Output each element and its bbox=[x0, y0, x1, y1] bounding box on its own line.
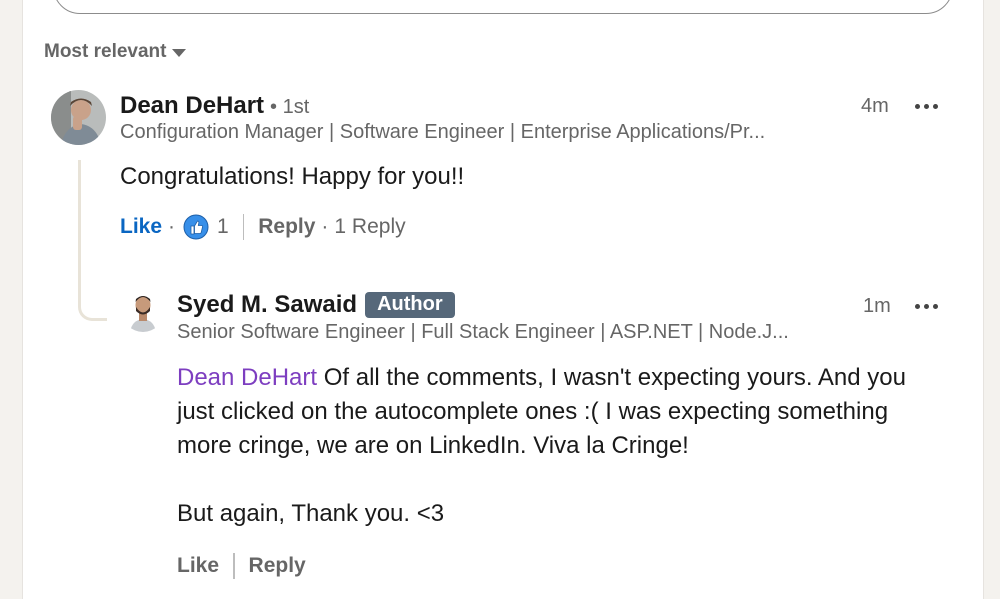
reply-author-name[interactable]: Syed M. Sawaid Author bbox=[177, 291, 455, 319]
reply-text-line: But again, Thank you. <3 bbox=[177, 500, 445, 527]
author-headline: Configuration Manager | Software Enginee… bbox=[120, 121, 766, 143]
sort-dropdown[interactable]: Most relevant bbox=[44, 41, 187, 63]
comment-input[interactable] bbox=[53, 0, 953, 14]
reply-time: 1m bbox=[863, 295, 891, 317]
avatar-dean[interactable] bbox=[51, 90, 106, 145]
action-divider bbox=[233, 553, 235, 579]
action-separator-dot: · bbox=[321, 215, 329, 238]
reply-text-line: more cringe, we are on LinkedIn. Viva la… bbox=[177, 432, 689, 459]
thread-line bbox=[78, 160, 107, 321]
mention-link[interactable]: Dean DeHart bbox=[177, 364, 317, 391]
reply-text-line: just clicked on the autocomplete ones :(… bbox=[177, 398, 889, 425]
reply-button[interactable]: Reply bbox=[249, 554, 306, 578]
avatar-syed-image bbox=[122, 290, 164, 332]
more-options-icon[interactable] bbox=[911, 100, 942, 113]
reply-text: Dean DeHart Of all the comments, I wasn'… bbox=[177, 361, 967, 531]
reply-button[interactable]: Reply bbox=[258, 215, 315, 239]
like-button[interactable]: Like bbox=[177, 554, 219, 578]
author-name[interactable]: Dean DeHart bbox=[120, 92, 264, 119]
comment-author-name[interactable]: Dean DeHart • 1st bbox=[120, 92, 309, 120]
sort-label: Most relevant bbox=[44, 41, 167, 62]
comments-card: Most relevant Dean DeHart • 1st Configura… bbox=[22, 0, 984, 599]
author-headline: Senior Software Engineer | Full Stack En… bbox=[177, 321, 789, 343]
comment-actions: Like · 1 Reply · 1 Reply bbox=[120, 214, 406, 240]
reply-text-segment: Of all the comments, I wasn't expecting … bbox=[317, 364, 906, 391]
avatar-syed[interactable] bbox=[122, 290, 164, 332]
reply-text-line: Dean DeHart Of all the comments, I wasn'… bbox=[177, 361, 967, 395]
action-divider bbox=[242, 214, 245, 240]
connection-degree: • 1st bbox=[270, 96, 310, 118]
comment-text: Congratulations! Happy for you!! bbox=[120, 163, 465, 190]
author-name[interactable]: Syed M. Sawaid bbox=[177, 291, 357, 318]
action-separator-dot: · bbox=[168, 215, 176, 238]
reaction-count[interactable]: 1 bbox=[217, 215, 229, 239]
caret-down-icon bbox=[172, 49, 187, 57]
replies-count-link[interactable]: 1 Reply bbox=[334, 215, 405, 239]
avatar-dean-image bbox=[51, 90, 106, 145]
more-options-icon[interactable] bbox=[911, 300, 942, 313]
like-button[interactable]: Like bbox=[120, 215, 162, 239]
reply-text-blank-line bbox=[177, 463, 967, 497]
author-badge: Author bbox=[365, 292, 455, 318]
comment-time: 4m bbox=[861, 95, 889, 117]
reply-actions: Like Reply bbox=[177, 553, 306, 579]
thumbs-up-reaction-icon[interactable] bbox=[183, 214, 209, 240]
